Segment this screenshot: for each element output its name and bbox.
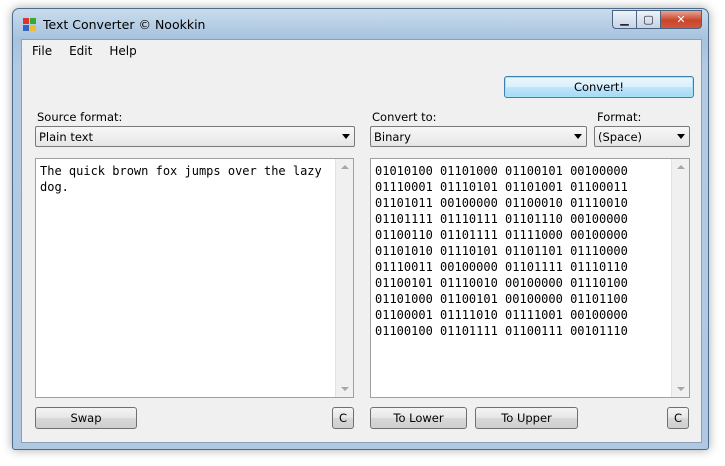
convert-to-label: Convert to:	[372, 110, 437, 124]
convert-button[interactable]: Convert!	[504, 76, 694, 98]
scroll-down-icon[interactable]	[341, 387, 349, 391]
output-textbox[interactable]: 01010100 01101000 01100101 00100000 0111…	[370, 158, 690, 398]
client-area: File Edit Help Convert! Source format: P…	[21, 39, 702, 443]
convert-to-value: Binary	[374, 130, 411, 144]
menu-help[interactable]: Help	[102, 44, 143, 58]
menu-bar: File Edit Help	[22, 40, 701, 62]
source-format-value: Plain text	[39, 130, 94, 144]
close-icon: ✕	[676, 13, 686, 26]
caption-buttons: ▁ ▢ ✕	[612, 10, 702, 29]
chevron-down-icon	[677, 134, 685, 139]
format-select[interactable]: (Space)	[594, 126, 690, 147]
clear-source-button[interactable]: C	[332, 407, 354, 429]
menu-edit[interactable]: Edit	[62, 44, 99, 58]
format-label: Format:	[597, 110, 642, 124]
scroll-up-icon[interactable]	[341, 165, 349, 169]
source-text: The quick brown fox jumps over the lazy …	[40, 164, 329, 194]
output-text: 01010100 01101000 01100101 00100000 0111…	[375, 164, 636, 338]
format-value: (Space)	[598, 130, 643, 144]
chevron-down-icon	[342, 134, 350, 139]
output-scrollbar[interactable]	[671, 159, 689, 397]
maximize-icon: ▢	[643, 13, 654, 26]
chevron-down-icon	[574, 134, 582, 139]
window-title: Text Converter © Nookkin	[43, 17, 206, 32]
scroll-down-icon[interactable]	[677, 387, 685, 391]
swap-button[interactable]: Swap	[35, 407, 137, 429]
app-window: Text Converter © Nookkin ▁ ▢ ✕ File Edit…	[12, 8, 709, 450]
source-scrollbar[interactable]	[335, 159, 353, 397]
convert-to-select[interactable]: Binary	[370, 126, 587, 147]
to-lower-button[interactable]: To Lower	[370, 407, 467, 429]
source-format-label: Source format:	[37, 110, 123, 124]
clear-output-button[interactable]: C	[667, 407, 689, 429]
close-button[interactable]: ✕	[661, 10, 702, 29]
maximize-button[interactable]: ▢	[637, 10, 661, 29]
source-format-select[interactable]: Plain text	[35, 126, 355, 147]
minimize-button[interactable]: ▁	[612, 10, 637, 29]
source-textbox[interactable]: The quick brown fox jumps over the lazy …	[35, 158, 354, 398]
title-bar[interactable]: Text Converter © Nookkin ▁ ▢ ✕	[13, 9, 708, 39]
app-icon	[23, 18, 36, 31]
minimize-icon: ▁	[620, 13, 629, 26]
menu-file[interactable]: File	[25, 44, 59, 58]
scroll-up-icon[interactable]	[677, 165, 685, 169]
to-upper-button[interactable]: To Upper	[475, 407, 578, 429]
